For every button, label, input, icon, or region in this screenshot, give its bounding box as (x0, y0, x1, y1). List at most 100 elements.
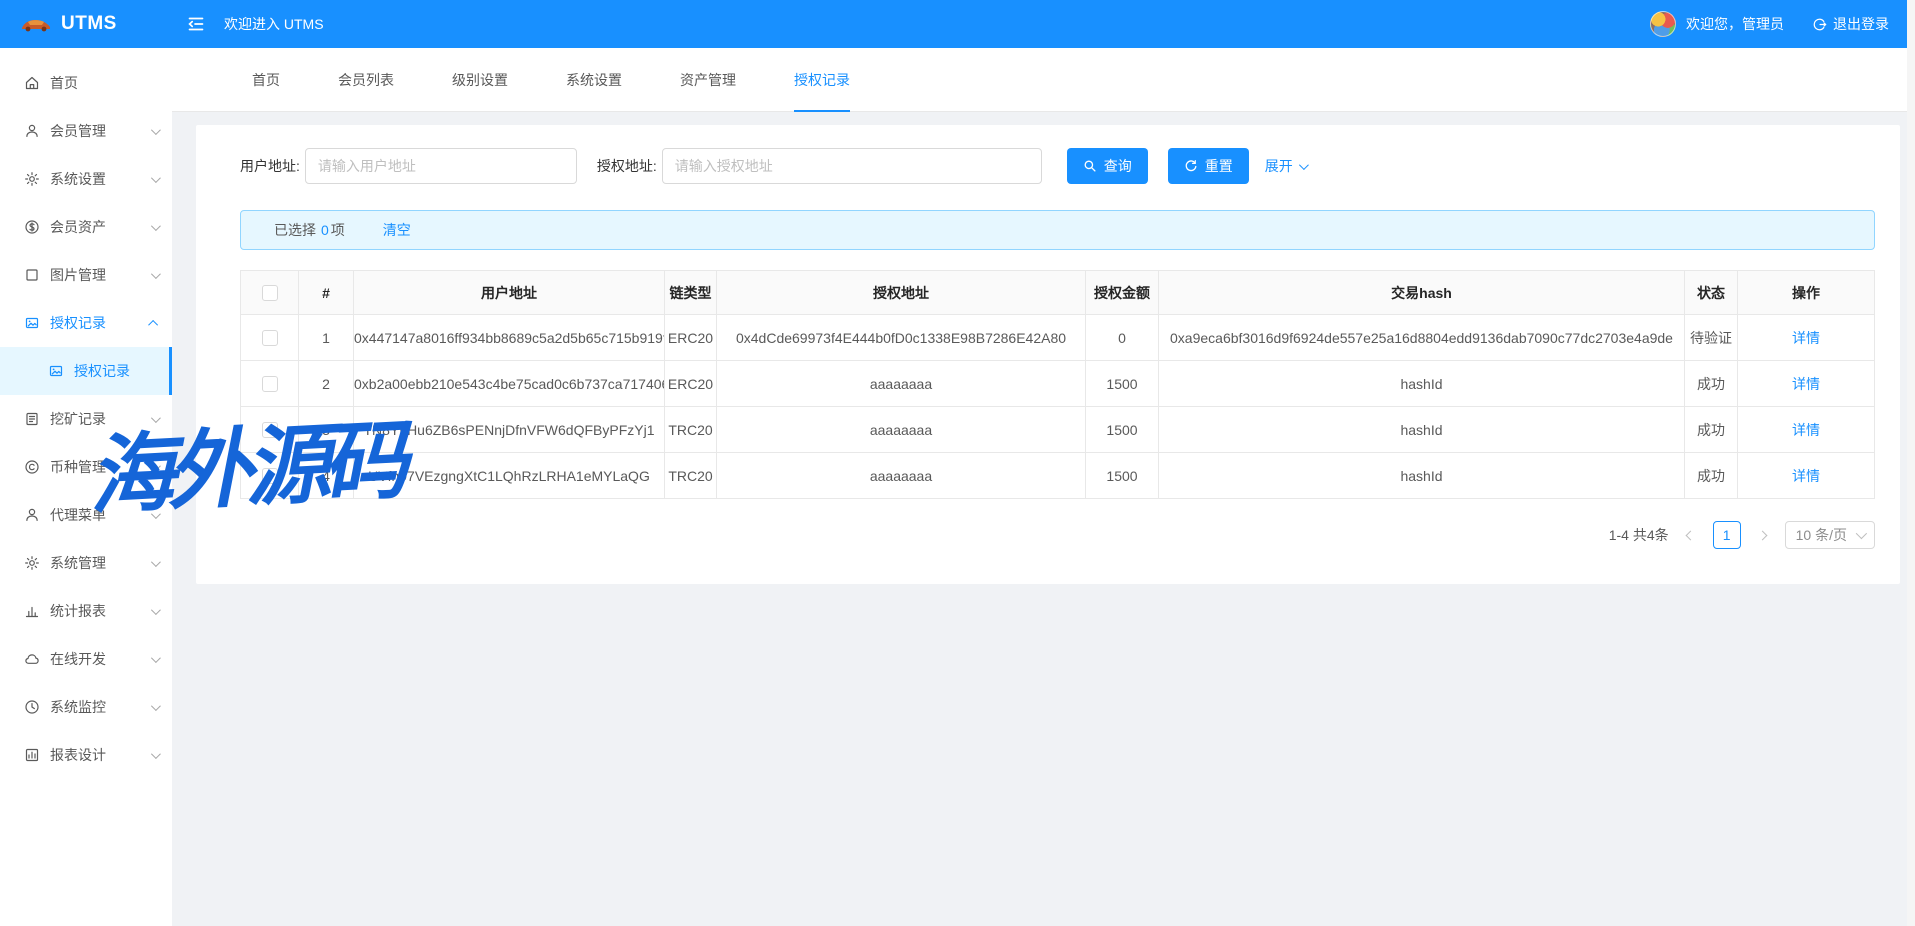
sidebar-item-home[interactable]: 首页 (0, 59, 172, 107)
sidebar-item-member-assets[interactable]: 会员资产 (0, 203, 172, 251)
refresh-icon (1184, 159, 1198, 173)
sidebar-item-agent-menu[interactable]: 代理菜单 (0, 491, 172, 539)
bar-chart-icon (24, 603, 40, 619)
user-icon (24, 123, 40, 139)
search-icon (1083, 159, 1097, 173)
tab-system-settings[interactable]: 系统设置 (537, 48, 651, 111)
sidebar: 首页 会员管理 系统设置 会员资产 图片管理 (0, 48, 172, 926)
col-chain-type: 链类型 (665, 271, 717, 315)
tab-home[interactable]: 首页 (223, 48, 309, 111)
table-header-row: # 用户地址 链类型 授权地址 授权金额 交易hash 状态 操作 (241, 271, 1875, 315)
selected-count: 0 (321, 222, 329, 238)
table-row: 2 0xb2a00ebb210e543c4be75cad0c6b737ca717… (241, 361, 1875, 407)
sidebar-item-report-design[interactable]: 报表设计 (0, 731, 172, 779)
tab-member-list[interactable]: 会员列表 (309, 48, 423, 111)
chevron-down-icon (151, 605, 161, 615)
chevron-right-icon (1758, 530, 1768, 540)
app-root: UTMS 欢迎进入 UTMS 欢迎您，管理员 退出登录 (0, 0, 1915, 926)
expand-toggle[interactable]: 展开 (1265, 156, 1306, 176)
content-area: 用户地址: 授权地址: 查询 重置 展开 (172, 112, 1915, 926)
chevron-down-icon (151, 221, 161, 231)
chevron-down-icon (151, 509, 161, 519)
status-text: 成功 (1685, 407, 1738, 453)
reset-button[interactable]: 重置 (1168, 148, 1249, 184)
user-icon (24, 507, 40, 523)
sidebar-item-statistics-report[interactable]: 统计报表 (0, 587, 172, 635)
auth-address-label: 授权地址: (597, 156, 657, 176)
report-chart-icon (24, 747, 40, 763)
user-address-label: 用户地址: (240, 156, 300, 176)
table-row: 4 UVfn97VEzgngXtC1LQhRzLRHA1eMYLaQG TRC2… (241, 453, 1875, 499)
detail-link[interactable]: 详情 (1792, 422, 1820, 438)
selected-prefix: 已选择 (274, 220, 316, 240)
main-area: 首页 会员列表 级别设置 系统设置 资产管理 授权记录 用户地址: 授权地址: (172, 48, 1915, 926)
page-size-select[interactable]: 10 条/页 (1785, 521, 1875, 549)
clock-icon (24, 699, 40, 715)
selected-unit: 项 (331, 220, 345, 240)
chevron-down-icon (151, 125, 161, 135)
chevron-down-icon (151, 173, 161, 183)
sidebar-item-system-monitor[interactable]: 系统监控 (0, 683, 172, 731)
gear-icon (24, 171, 40, 187)
row-checkbox[interactable] (262, 376, 278, 392)
detail-link[interactable]: 详情 (1792, 468, 1820, 484)
detail-link[interactable]: 详情 (1792, 376, 1820, 392)
top-header-bar: UTMS 欢迎进入 UTMS 欢迎您，管理员 退出登录 (0, 0, 1915, 48)
col-auth-address: 授权地址 (717, 271, 1086, 315)
chevron-down-icon (151, 269, 161, 279)
picture-icon (48, 363, 64, 379)
tab-authorization-records[interactable]: 授权记录 (765, 48, 879, 111)
welcome-text: 欢迎进入 UTMS (224, 14, 324, 34)
row-checkbox[interactable] (262, 468, 278, 484)
chevron-down-icon (1856, 528, 1867, 539)
table-row: 3 TN8YLHu6ZB6sPENnjDfnVFW6dQFByPFzYj1 TR… (241, 407, 1875, 453)
chevron-down-icon (151, 461, 161, 471)
document-icon (24, 411, 40, 427)
col-status: 状态 (1685, 271, 1738, 315)
tab-level-settings[interactable]: 级别设置 (423, 48, 537, 111)
dollar-circle-icon (24, 219, 40, 235)
chevron-down-icon (151, 413, 161, 423)
status-text: 成功 (1685, 453, 1738, 499)
sidebar-item-system-management[interactable]: 系统管理 (0, 539, 172, 587)
detail-link[interactable]: 详情 (1792, 330, 1820, 346)
row-checkbox[interactable] (262, 330, 278, 346)
select-all-checkbox[interactable] (262, 285, 278, 301)
selection-alert: 已选择 0 项 清空 (240, 210, 1875, 250)
col-index: # (299, 271, 354, 315)
chevron-down-icon (151, 749, 161, 759)
user-address-input[interactable] (305, 148, 577, 184)
pagination-total: 1-4 共4条 (1609, 525, 1669, 545)
collapse-menu-icon[interactable] (186, 14, 206, 34)
scrollbar[interactable] (1907, 0, 1915, 926)
col-actions: 操作 (1738, 271, 1875, 315)
chevron-down-icon (151, 653, 161, 663)
sidebar-subitem-authorization-records[interactable]: 授权记录 (0, 347, 172, 395)
sidebar-item-mining-records[interactable]: 挖矿记录 (0, 395, 172, 443)
picture-icon (24, 315, 40, 331)
user-greeting: 欢迎您，管理员 (1686, 14, 1784, 34)
sidebar-item-system-settings[interactable]: 系统设置 (0, 155, 172, 203)
auth-address-input[interactable] (662, 148, 1042, 184)
search-button[interactable]: 查询 (1067, 148, 1148, 184)
sidebar-item-coin-management[interactable]: 币种管理 (0, 443, 172, 491)
sidebar-item-online-development[interactable]: 在线开发 (0, 635, 172, 683)
chevron-down-icon (151, 701, 161, 711)
page-number-1[interactable]: 1 (1713, 521, 1741, 549)
tab-asset-management[interactable]: 资产管理 (651, 48, 765, 111)
row-checkbox[interactable] (262, 422, 278, 438)
prev-page-button[interactable] (1679, 521, 1703, 549)
logout-button[interactable]: 退出登录 (1812, 14, 1889, 34)
next-page-button[interactable] (1751, 521, 1775, 549)
filter-form: 用户地址: 授权地址: 查询 重置 展开 (240, 125, 1875, 184)
pagination: 1-4 共4条 1 10 条/页 (240, 521, 1875, 549)
logo-icon (20, 16, 52, 33)
sidebar-item-authorization-records[interactable]: 授权记录 (0, 299, 172, 347)
chevron-down-icon (151, 557, 161, 567)
status-text: 成功 (1685, 361, 1738, 407)
user-area: 欢迎您，管理员 退出登录 (1650, 11, 1889, 37)
clear-selection-link[interactable]: 清空 (383, 220, 411, 240)
sidebar-item-member-management[interactable]: 会员管理 (0, 107, 172, 155)
content-card: 用户地址: 授权地址: 查询 重置 展开 (196, 125, 1900, 584)
sidebar-item-image-management[interactable]: 图片管理 (0, 251, 172, 299)
